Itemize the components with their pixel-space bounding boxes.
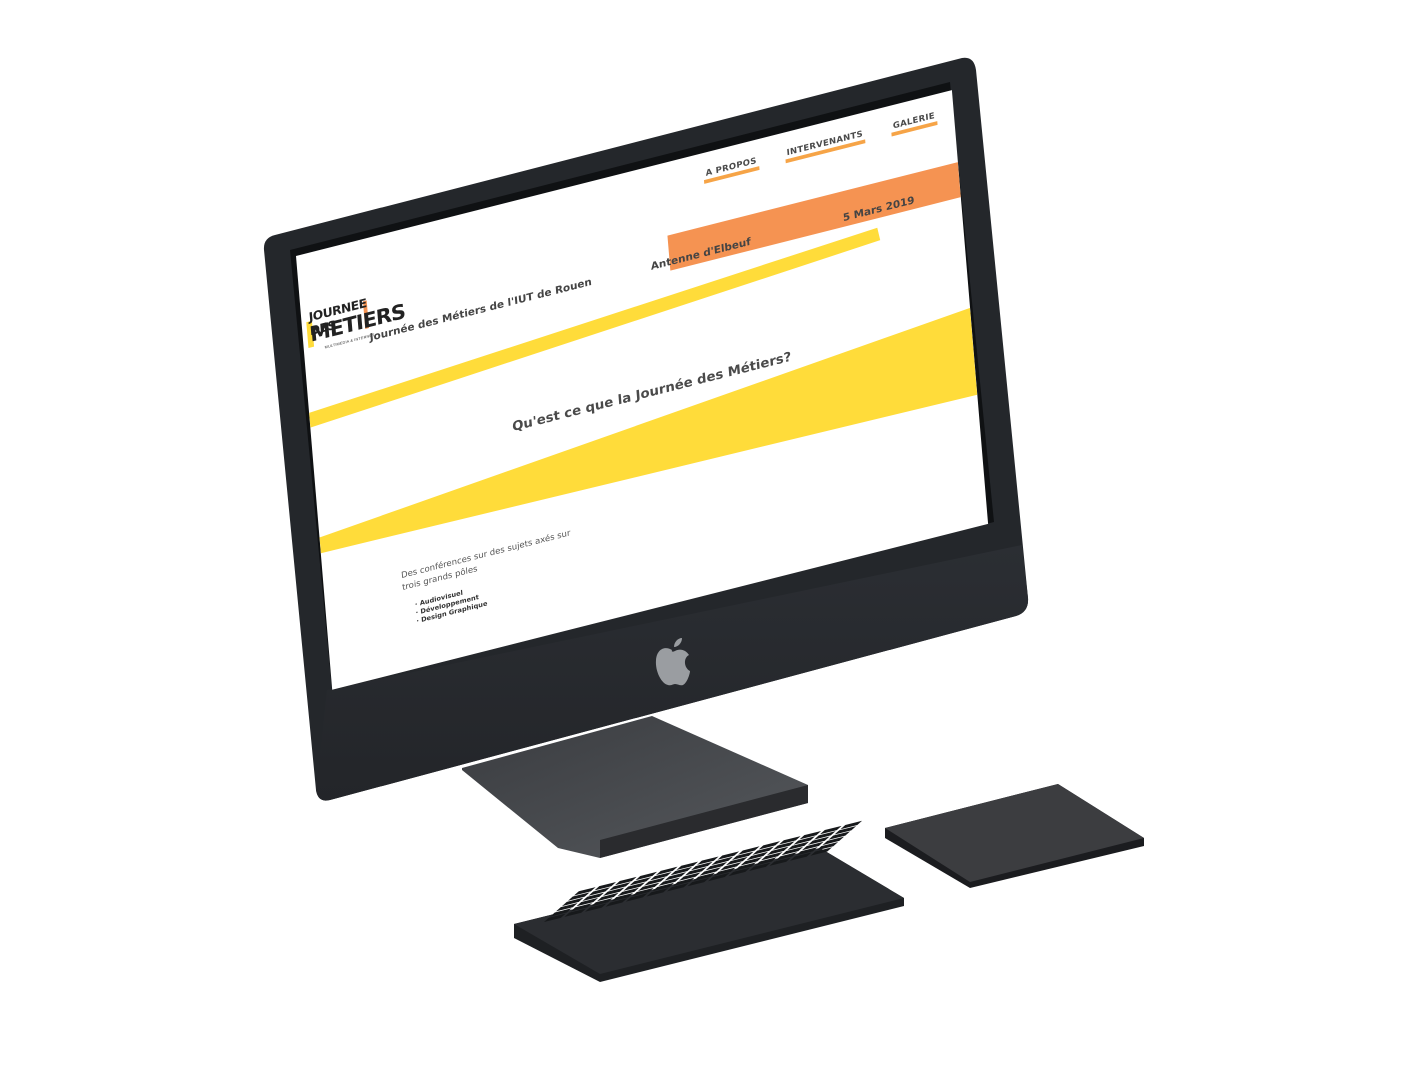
trackpad [885,784,1144,888]
device-mockup-scene: A PROPOS INTERVENANTS GALERIE JOURNEE DE… [0,0,1407,1080]
yellow-hero-wedge [319,307,978,554]
